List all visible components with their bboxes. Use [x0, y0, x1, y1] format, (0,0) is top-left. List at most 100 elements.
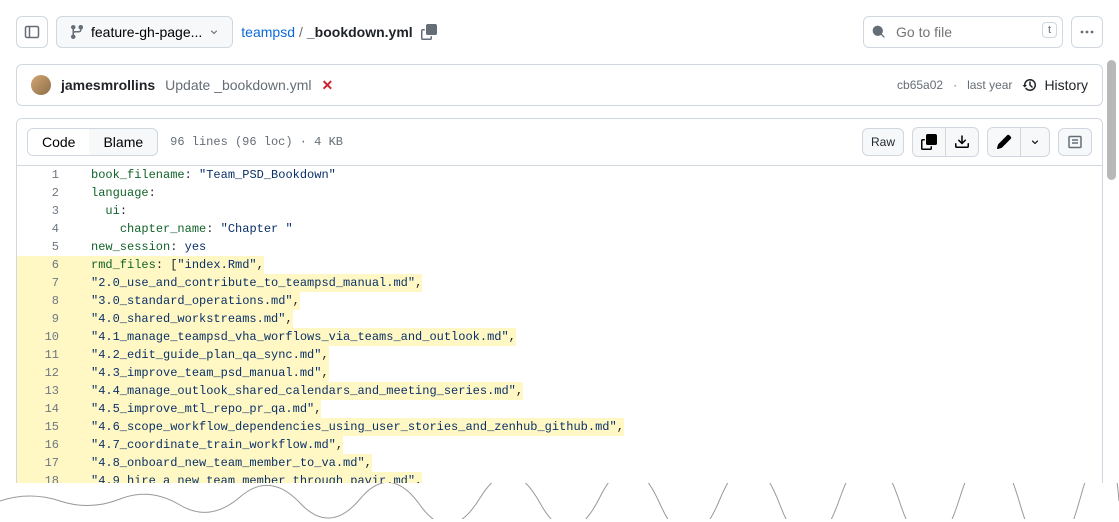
view-tabs: Code Blame	[27, 128, 158, 156]
avatar	[31, 75, 51, 95]
line-content: book_filename: "Team_PSD_Bookdown"	[77, 166, 336, 184]
code-line: 10"4.1_manage_teampsd_vha_worflows_via_t…	[17, 328, 1102, 346]
code-line: 3 ui:	[17, 202, 1102, 220]
chevron-down-icon	[1029, 136, 1041, 148]
line-number[interactable]: 9	[17, 310, 77, 328]
branch-name: feature-gh-page...	[91, 24, 202, 40]
breadcrumb-file: _bookdown.yml	[307, 24, 413, 40]
line-content: "4.6_scope_workflow_dependencies_using_u…	[77, 418, 624, 436]
line-number[interactable]: 8	[17, 292, 77, 310]
copy-raw-button[interactable]	[913, 128, 946, 156]
code-line: 2language:	[17, 184, 1102, 202]
line-number[interactable]: 17	[17, 454, 77, 472]
copy-path-button[interactable]	[421, 24, 437, 40]
raw-button[interactable]: Raw	[862, 128, 904, 156]
file-search-input[interactable]	[863, 16, 1063, 48]
line-number[interactable]: 11	[17, 346, 77, 364]
history-button[interactable]: History	[1022, 77, 1088, 93]
line-content: "3.0_standard_operations.md",	[77, 292, 300, 310]
code-line: 4 chapter_name: "Chapter "	[17, 220, 1102, 238]
line-content: "4.4_manage_outlook_shared_calendars_and…	[77, 382, 523, 400]
search-key-hint: t	[1042, 22, 1057, 38]
line-number[interactable]: 4	[17, 220, 77, 238]
line-number[interactable]: 2	[17, 184, 77, 202]
file-info: 96 lines (96 loc) · 4 KB	[170, 135, 343, 149]
history-label: History	[1044, 77, 1088, 93]
code-line: 5new_session: yes	[17, 238, 1102, 256]
line-content: chapter_name: "Chapter "	[77, 220, 293, 238]
commit-message[interactable]: Update _bookdown.yml	[165, 77, 311, 93]
chevron-down-icon	[208, 26, 220, 38]
code-line: 17"4.8_onboard_new_team_member_to_va.md"…	[17, 454, 1102, 472]
line-content: "4.2_edit_guide_plan_qa_sync.md",	[77, 346, 329, 364]
code-line: 16"4.7_coordinate_train_workflow.md",	[17, 436, 1102, 454]
code-line: 11"4.2_edit_guide_plan_qa_sync.md",	[17, 346, 1102, 364]
file-viewer-header: Code Blame 96 lines (96 loc) · 4 KB Raw	[17, 119, 1102, 166]
panel-left-icon	[24, 24, 40, 40]
top-row: feature-gh-page... teampsd / _bookdown.y…	[16, 0, 1103, 64]
line-number[interactable]: 16	[17, 436, 77, 454]
edit-button[interactable]	[988, 128, 1021, 156]
line-content: language:	[77, 184, 156, 202]
commit-author[interactable]: jamesmrollins	[61, 77, 155, 93]
more-actions-button[interactable]	[1071, 16, 1103, 48]
line-content: "4.5_improve_mtl_repo_pr_qa.md",	[77, 400, 321, 418]
symbols-button[interactable]	[1058, 128, 1092, 156]
line-number[interactable]: 5	[17, 238, 77, 256]
code-line: 8"3.0_standard_operations.md",	[17, 292, 1102, 310]
line-content: rmd_files: ["index.Rmd",	[77, 256, 264, 274]
line-number[interactable]: 13	[17, 382, 77, 400]
line-number[interactable]: 3	[17, 202, 77, 220]
line-content: "4.8_onboard_new_team_member_to_va.md",	[77, 454, 372, 472]
code-line: 6rmd_files: ["index.Rmd",	[17, 256, 1102, 274]
code-line: 9"4.0_shared_workstreams.md",	[17, 310, 1102, 328]
history-icon	[1022, 77, 1038, 93]
kebab-icon	[1079, 24, 1095, 40]
copy-icon	[921, 134, 937, 150]
commit-time: last year	[967, 78, 1012, 92]
scrollbar-thumb[interactable]	[1107, 60, 1116, 180]
code-line: 12"4.3_improve_team_psd_manual.md",	[17, 364, 1102, 382]
code-line: 14"4.5_improve_mtl_repo_pr_qa.md",	[17, 400, 1102, 418]
line-content: "4.1_manage_teampsd_vha_worflows_via_tea…	[77, 328, 516, 346]
download-icon	[954, 134, 970, 150]
pencil-icon	[996, 134, 1012, 150]
git-branch-icon	[69, 24, 85, 40]
line-number[interactable]: 12	[17, 364, 77, 382]
line-content: "4.0_shared_workstreams.md",	[77, 310, 293, 328]
file-viewer: Code Blame 96 lines (96 loc) · 4 KB Raw …	[16, 118, 1103, 509]
code-line: 7"2.0_use_and_contribute_to_teampsd_manu…	[17, 274, 1102, 292]
torn-edge	[0, 483, 1119, 519]
line-number[interactable]: 15	[17, 418, 77, 436]
edit-dropdown[interactable]	[1021, 128, 1049, 156]
commit-sha[interactable]: cb65a02	[897, 78, 943, 92]
line-number[interactable]: 14	[17, 400, 77, 418]
line-content: "4.7_coordinate_train_workflow.md",	[77, 436, 343, 454]
file-search: t	[863, 16, 1063, 48]
copy-icon	[421, 24, 437, 40]
line-content: "4.3_improve_team_psd_manual.md",	[77, 364, 329, 382]
download-button[interactable]	[946, 128, 978, 156]
line-number[interactable]: 1	[17, 166, 77, 184]
tab-blame[interactable]: Blame	[89, 129, 157, 155]
code-line: 15"4.6_scope_workflow_dependencies_using…	[17, 418, 1102, 436]
line-content: "2.0_use_and_contribute_to_teampsd_manua…	[77, 274, 422, 292]
latest-commit: jamesmrollins Update _bookdown.yml ✕ cb6…	[16, 64, 1103, 106]
code-body[interactable]: 1book_filename: "Team_PSD_Bookdown"2lang…	[17, 166, 1102, 508]
line-content: ui:	[77, 202, 127, 220]
code-line: 13"4.4_manage_outlook_shared_calendars_a…	[17, 382, 1102, 400]
status-x-icon[interactable]: ✕	[321, 77, 333, 94]
breadcrumb-repo[interactable]: teampsd	[241, 24, 295, 40]
line-content: new_session: yes	[77, 238, 206, 256]
tab-code[interactable]: Code	[28, 129, 89, 155]
branch-select[interactable]: feature-gh-page...	[56, 16, 233, 48]
side-panel-toggle[interactable]	[16, 16, 48, 48]
list-icon	[1067, 134, 1083, 150]
search-icon	[871, 24, 887, 43]
line-number[interactable]: 6	[17, 256, 77, 274]
code-line: 1book_filename: "Team_PSD_Bookdown"	[17, 166, 1102, 184]
line-number[interactable]: 7	[17, 274, 77, 292]
breadcrumb: teampsd / _bookdown.yml	[241, 24, 436, 40]
line-number[interactable]: 10	[17, 328, 77, 346]
breadcrumb-sep: /	[299, 24, 303, 40]
